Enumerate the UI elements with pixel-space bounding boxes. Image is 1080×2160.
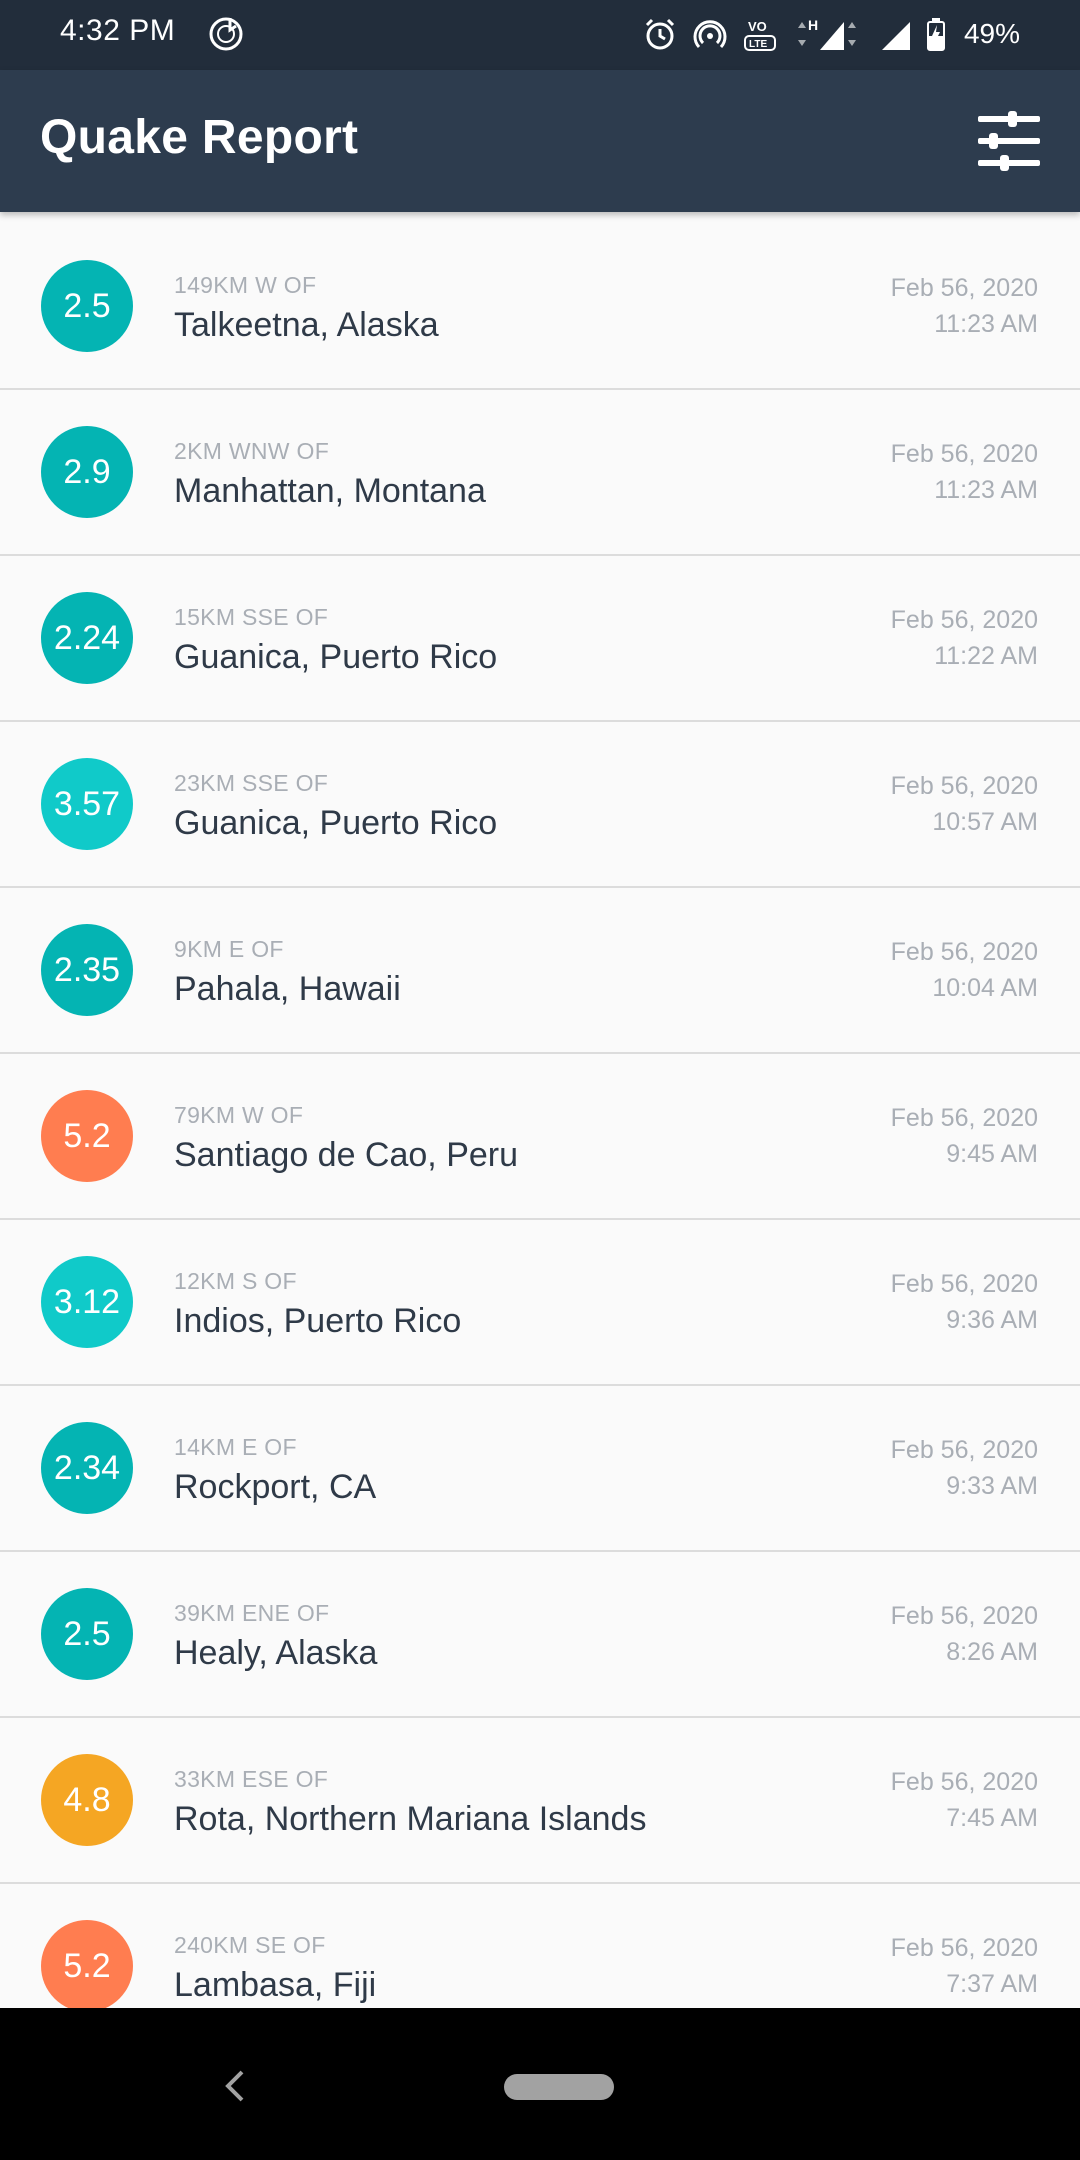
earthquake-rows: 2.5 149km W of Talkeetna, Alaska Feb 56, 20…	[0, 224, 1080, 2008]
magnitude-circle: 2.24	[41, 592, 133, 684]
primary-location: Indios, Puerto Rico	[174, 1302, 462, 1340]
signal-h-icon: H	[797, 17, 856, 50]
earthquake-list-item[interactable]: 3.12 12km S of Indios, Puerto Rico Feb 56, …	[0, 1220, 1080, 1386]
hotspot-icon	[693, 20, 727, 49]
quake-date: Feb 56, 2020	[890, 1602, 1038, 1630]
quake-date: Feb 56, 2020	[890, 1104, 1038, 1132]
magnitude-circle: 3.57	[41, 758, 133, 850]
location-offset: 240km SE of	[174, 1932, 326, 1958]
navigation-bar	[0, 2008, 1080, 2160]
earthquake-list-item[interactable]: 3.57 23km SSE of Guanica, Puerto Rico Feb 5…	[0, 722, 1080, 888]
primary-location: Rota, Northern Mariana Islands	[174, 1800, 647, 1838]
home-pill-icon[interactable]	[504, 2074, 614, 2100]
earthquake-list-item[interactable]: 2.24 15km SSE of Guanica, Puerto Rico Feb 5…	[0, 556, 1080, 722]
location-offset: 9km E of	[174, 936, 284, 962]
primary-location: Manhattan, Montana	[174, 472, 486, 510]
location-offset: 39km ENE of	[174, 1600, 330, 1626]
earthquake-list-item[interactable]: 2.5 39km ENE of Healy, Alaska Feb 56, 2020 8…	[0, 1552, 1080, 1718]
music-note-icon	[209, 17, 243, 51]
primary-location: Pahala, Hawaii	[174, 970, 401, 1008]
quake-time: 11:23 AM	[934, 476, 1038, 504]
status-icons: VO LTE H 49%	[642, 12, 1020, 56]
earthquake-list-item[interactable]: 5.2 79km W of Santiago de Cao, Peru Feb 56,…	[0, 1054, 1080, 1220]
filter-settings-icon[interactable]	[976, 108, 1042, 174]
quake-time: 9:33 AM	[946, 1472, 1038, 1500]
svg-text:VO: VO	[748, 19, 767, 34]
quake-time: 8:26 AM	[946, 1638, 1038, 1666]
primary-location: Santiago de Cao, Peru	[174, 1136, 519, 1174]
quake-date: Feb 56, 2020	[890, 1934, 1038, 1962]
earthquake-list-item[interactable]: 2.5 149km W of Talkeetna, Alaska Feb 56, 20…	[0, 224, 1080, 390]
quake-date: Feb 56, 2020	[890, 274, 1038, 302]
list-top-gap	[0, 212, 1080, 224]
magnitude-circle: 2.9	[41, 426, 133, 518]
magnitude-circle: 2.35	[41, 924, 133, 1016]
quake-date: Feb 56, 2020	[890, 938, 1038, 966]
magnitude-circle: 5.2	[41, 1920, 133, 2008]
quake-time: 10:57 AM	[932, 808, 1038, 836]
quake-time: 7:45 AM	[946, 1804, 1038, 1832]
quake-date: Feb 56, 2020	[890, 606, 1038, 634]
magnitude-circle: 2.5	[41, 260, 133, 352]
location-offset: 149km W of	[174, 272, 317, 298]
primary-location: Guanica, Puerto Rico	[174, 638, 498, 676]
quake-time: 10:04 AM	[932, 974, 1038, 1002]
earthquake-list-item[interactable]: 2.34 14km E of Rockport, CA Feb 56, 2020 9:3…	[0, 1386, 1080, 1552]
quake-time: 9:45 AM	[946, 1140, 1038, 1168]
magnitude-circle: 4.8	[41, 1754, 133, 1846]
location-offset: 79km W of	[174, 1102, 304, 1128]
alarm-icon	[645, 18, 675, 50]
magnitude-circle: 3.12	[41, 1256, 133, 1348]
app-title: Quake Report	[40, 111, 359, 164]
quake-time: 11:22 AM	[934, 642, 1038, 670]
earthquake-list-item[interactable]: 2.9 2km WNW of Manhattan, Montana Feb 56, 2…	[0, 390, 1080, 556]
primary-location: Rockport, CA	[174, 1468, 377, 1506]
primary-location: Talkeetna, Alaska	[174, 306, 439, 344]
earthquake-list-item[interactable]: 5.2 240km SE of Lambasa, Fiji Feb 56, 2020 7…	[0, 1884, 1080, 2008]
location-offset: 15km SSE of	[174, 604, 329, 630]
signal-icon	[881, 22, 910, 50]
earthquake-list-item[interactable]: 2.35 9km E of Pahala, Hawaii Feb 56, 2020 10…	[0, 888, 1080, 1054]
location-offset: 14km E of	[174, 1434, 297, 1460]
earthquake-list-item[interactable]: 4.8 33km ESE of Rota, Northern Mariana Isl…	[0, 1718, 1080, 1884]
status-time: 4:32 PM	[60, 14, 176, 47]
svg-text:H: H	[808, 17, 818, 33]
quake-date: Feb 56, 2020	[890, 1768, 1038, 1796]
app-bar: Quake Report	[0, 70, 1080, 212]
magnitude-circle: 2.34	[41, 1422, 133, 1514]
quake-time: 9:36 AM	[946, 1306, 1038, 1334]
quake-date: Feb 56, 2020	[890, 1436, 1038, 1464]
battery-icon	[926, 18, 945, 51]
location-offset: 23km SSE of	[174, 770, 329, 796]
magnitude-circle: 2.5	[41, 1588, 133, 1680]
back-icon[interactable]	[216, 2058, 252, 2114]
quake-time: 7:37 AM	[946, 1970, 1038, 1998]
primary-location: Lambasa, Fiji	[174, 1966, 377, 2004]
magnitude-circle: 5.2	[41, 1090, 133, 1182]
quake-date: Feb 56, 2020	[890, 1270, 1038, 1298]
location-offset: 33km ESE of	[174, 1766, 329, 1792]
quake-date: Feb 56, 2020	[890, 772, 1038, 800]
quake-time: 11:23 AM	[934, 310, 1038, 338]
location-offset: 12km S of	[174, 1268, 297, 1294]
quake-date: Feb 56, 2020	[890, 440, 1038, 468]
primary-location: Guanica, Puerto Rico	[174, 804, 498, 842]
status-bar: 4:32 PM VO LTE H 49%	[0, 0, 1080, 70]
battery-percent: 49%	[963, 18, 1020, 49]
volte-icon: VO LTE	[743, 19, 776, 51]
primary-location: Healy, Alaska	[174, 1634, 378, 1672]
svg-text:LTE: LTE	[749, 39, 767, 50]
earthquake-list[interactable]: 2.5 149km W of Talkeetna, Alaska Feb 56, 20…	[0, 212, 1080, 2008]
location-offset: 2km WNW of	[174, 438, 330, 464]
